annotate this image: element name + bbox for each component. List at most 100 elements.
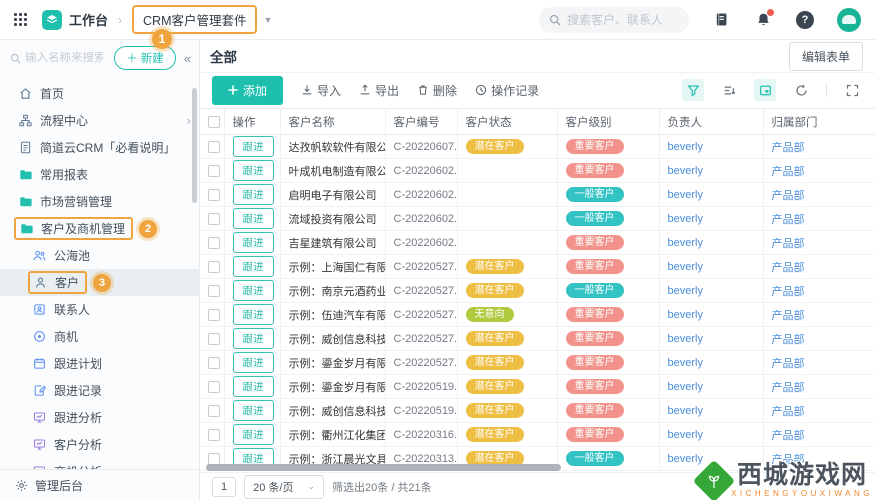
- table-row[interactable]: 跟进示例：上海国仁有限...C-20220527... 潜在客户 重要客户 bever…: [200, 254, 875, 279]
- follow-up-button[interactable]: 跟进: [232, 352, 274, 373]
- row-checkbox[interactable]: [208, 164, 220, 177]
- table-row[interactable]: 跟进达孜帆软软件有限公...C-20220607... 潜在客户 重要客户 bever…: [200, 134, 875, 159]
- owner-link[interactable]: beverly: [668, 165, 703, 177]
- owner-link[interactable]: beverly: [668, 381, 703, 393]
- workspace-logo-icon[interactable]: [42, 9, 62, 30]
- table-row[interactable]: 跟进 启明电子有限公司 C-20220602... 一般客户 beverly 产品部: [200, 182, 875, 207]
- select-all-checkbox[interactable]: [208, 115, 220, 128]
- follow-up-button[interactable]: 跟进: [232, 280, 274, 301]
- owner-link[interactable]: beverly: [668, 213, 703, 225]
- owner-link[interactable]: beverly: [668, 429, 703, 441]
- table-row[interactable]: 跟进示例：威创信息科技...C-20220519... 潜在客户 重要客户 bever…: [200, 398, 875, 423]
- sidebar-item-plan[interactable]: 跟进计划: [0, 350, 199, 377]
- row-checkbox[interactable]: [208, 332, 220, 345]
- sidebar-item-folder[interactable]: 客户及商机管理 2: [0, 215, 199, 242]
- app-grid-icon[interactable]: [14, 12, 28, 27]
- sidebar-item-users[interactable]: 公海池: [0, 242, 199, 269]
- table-row[interactable]: 跟进 流域投资有限公司 C-20220602... 一般客户 beverly 产品部: [200, 206, 875, 231]
- sidebar-item-chart[interactable]: 跟进分析: [0, 404, 199, 431]
- horizontal-scrollbar[interactable]: [206, 464, 561, 471]
- table-row[interactable]: 跟进 示例：南京元酒药业 C-20220527... 潜在客户 一般客户 beverly 产…: [200, 278, 875, 303]
- row-checkbox[interactable]: [208, 212, 220, 225]
- owner-link[interactable]: beverly: [668, 189, 703, 201]
- table-row[interactable]: 跟进叶成机电制造有限公...C-20220602... 重要客户 beverly 产品…: [200, 158, 875, 183]
- notifications-bell-icon[interactable]: [753, 8, 774, 30]
- edit-form-button[interactable]: 编辑表单: [788, 41, 863, 71]
- row-checkbox[interactable]: [208, 236, 220, 249]
- sidebar-scrollbar[interactable]: [192, 88, 197, 203]
- notebook-icon[interactable]: [711, 10, 731, 30]
- follow-up-button[interactable]: 跟进: [232, 328, 274, 349]
- sidebar-item-folder[interactable]: 常用报表: [0, 161, 199, 188]
- owner-link[interactable]: beverly: [668, 285, 703, 297]
- sidebar-item-home[interactable]: 首页: [0, 80, 199, 107]
- owner-link[interactable]: beverly: [668, 453, 703, 465]
- sidebar-item-contact[interactable]: 联系人: [0, 296, 199, 323]
- fullscreen-icon[interactable]: [841, 79, 863, 101]
- department-link[interactable]: 产品部: [772, 358, 805, 370]
- operation-log-button[interactable]: 操作记录: [475, 82, 539, 99]
- table-row[interactable]: 跟进 示例：衢州江化集团 C-20220316... 潜在客户 重要客户 beverly 产…: [200, 422, 875, 447]
- help-icon[interactable]: ?: [795, 10, 815, 30]
- row-checkbox[interactable]: [208, 260, 220, 273]
- row-checkbox[interactable]: [208, 404, 220, 417]
- export-button[interactable]: 导出: [359, 82, 399, 99]
- global-search[interactable]: [539, 6, 689, 33]
- sidebar-search-input[interactable]: [25, 52, 103, 64]
- sidebar-item-doc[interactable]: 简道云CRM「必看说明」: [0, 134, 199, 161]
- follow-up-button[interactable]: 跟进: [232, 184, 274, 205]
- owner-link[interactable]: beverly: [668, 261, 703, 273]
- department-link[interactable]: 产品部: [772, 430, 805, 442]
- chevron-down-icon[interactable]: ▼: [263, 15, 272, 25]
- department-link[interactable]: 产品部: [772, 382, 805, 394]
- department-link[interactable]: 产品部: [772, 286, 805, 298]
- sidebar-item-target[interactable]: 商机: [0, 323, 199, 350]
- row-checkbox[interactable]: [208, 356, 220, 369]
- owner-link[interactable]: beverly: [668, 237, 703, 249]
- sidebar-item-admin-backend[interactable]: 管理后台: [0, 469, 199, 500]
- department-link[interactable]: 产品部: [772, 406, 805, 418]
- global-search-input[interactable]: [567, 12, 677, 27]
- card-view-icon[interactable]: [754, 79, 776, 101]
- table-row[interactable]: 跟进示例：威创信息科技...C-20220527... 潜在客户 重要客户 bever…: [200, 326, 875, 351]
- row-checkbox[interactable]: [208, 308, 220, 321]
- workspace-label[interactable]: 工作台: [69, 10, 108, 29]
- new-button[interactable]: ＋ 新建: [114, 46, 176, 70]
- filter-icon[interactable]: [682, 79, 704, 101]
- owner-link[interactable]: beverly: [668, 405, 703, 417]
- follow-up-button[interactable]: 跟进: [232, 232, 274, 253]
- row-checkbox[interactable]: [208, 380, 220, 393]
- row-checkbox[interactable]: [208, 428, 220, 441]
- app-tab-crm-suite[interactable]: CRM客户管理套件: [132, 5, 258, 34]
- department-link[interactable]: 产品部: [772, 334, 805, 346]
- department-link[interactable]: 产品部: [772, 142, 805, 154]
- owner-link[interactable]: beverly: [668, 309, 703, 321]
- department-link[interactable]: 产品部: [772, 238, 805, 250]
- refresh-icon[interactable]: [790, 79, 812, 101]
- follow-up-button[interactable]: 跟进: [232, 208, 274, 229]
- department-link[interactable]: 产品部: [772, 190, 805, 202]
- row-checkbox[interactable]: [208, 140, 220, 153]
- department-link[interactable]: 产品部: [772, 310, 805, 322]
- page-size-select[interactable]: 20 条/页 ⌄: [244, 474, 325, 499]
- follow-up-button[interactable]: 跟进: [232, 136, 274, 157]
- department-link[interactable]: 产品部: [772, 262, 805, 274]
- sidebar-item-record[interactable]: 跟进记录: [0, 377, 199, 404]
- follow-up-button[interactable]: 跟进: [232, 424, 274, 445]
- sidebar-item-user-selected[interactable]: 客户 3: [0, 269, 199, 296]
- import-button[interactable]: 导入: [301, 82, 341, 99]
- table-row[interactable]: 跟进示例：鎏金岁月有限...C-20220519... 潜在客户 重要客户 bever…: [200, 374, 875, 399]
- follow-up-button[interactable]: 跟进: [232, 400, 274, 421]
- sidebar-item-flow[interactable]: 流程中心 ›: [0, 107, 199, 134]
- follow-up-button[interactable]: 跟进: [232, 160, 274, 181]
- department-link[interactable]: 产品部: [772, 166, 805, 178]
- follow-up-button[interactable]: 跟进: [232, 256, 274, 277]
- sidebar-search[interactable]: [10, 52, 108, 64]
- user-avatar[interactable]: [837, 7, 861, 32]
- follow-up-button[interactable]: 跟进: [232, 304, 274, 325]
- add-button[interactable]: 添加: [212, 75, 284, 105]
- sidebar-item-folder[interactable]: 市场营销管理: [0, 188, 199, 215]
- row-checkbox[interactable]: [208, 452, 220, 465]
- follow-up-button[interactable]: 跟进: [232, 376, 274, 397]
- row-checkbox[interactable]: [208, 284, 220, 297]
